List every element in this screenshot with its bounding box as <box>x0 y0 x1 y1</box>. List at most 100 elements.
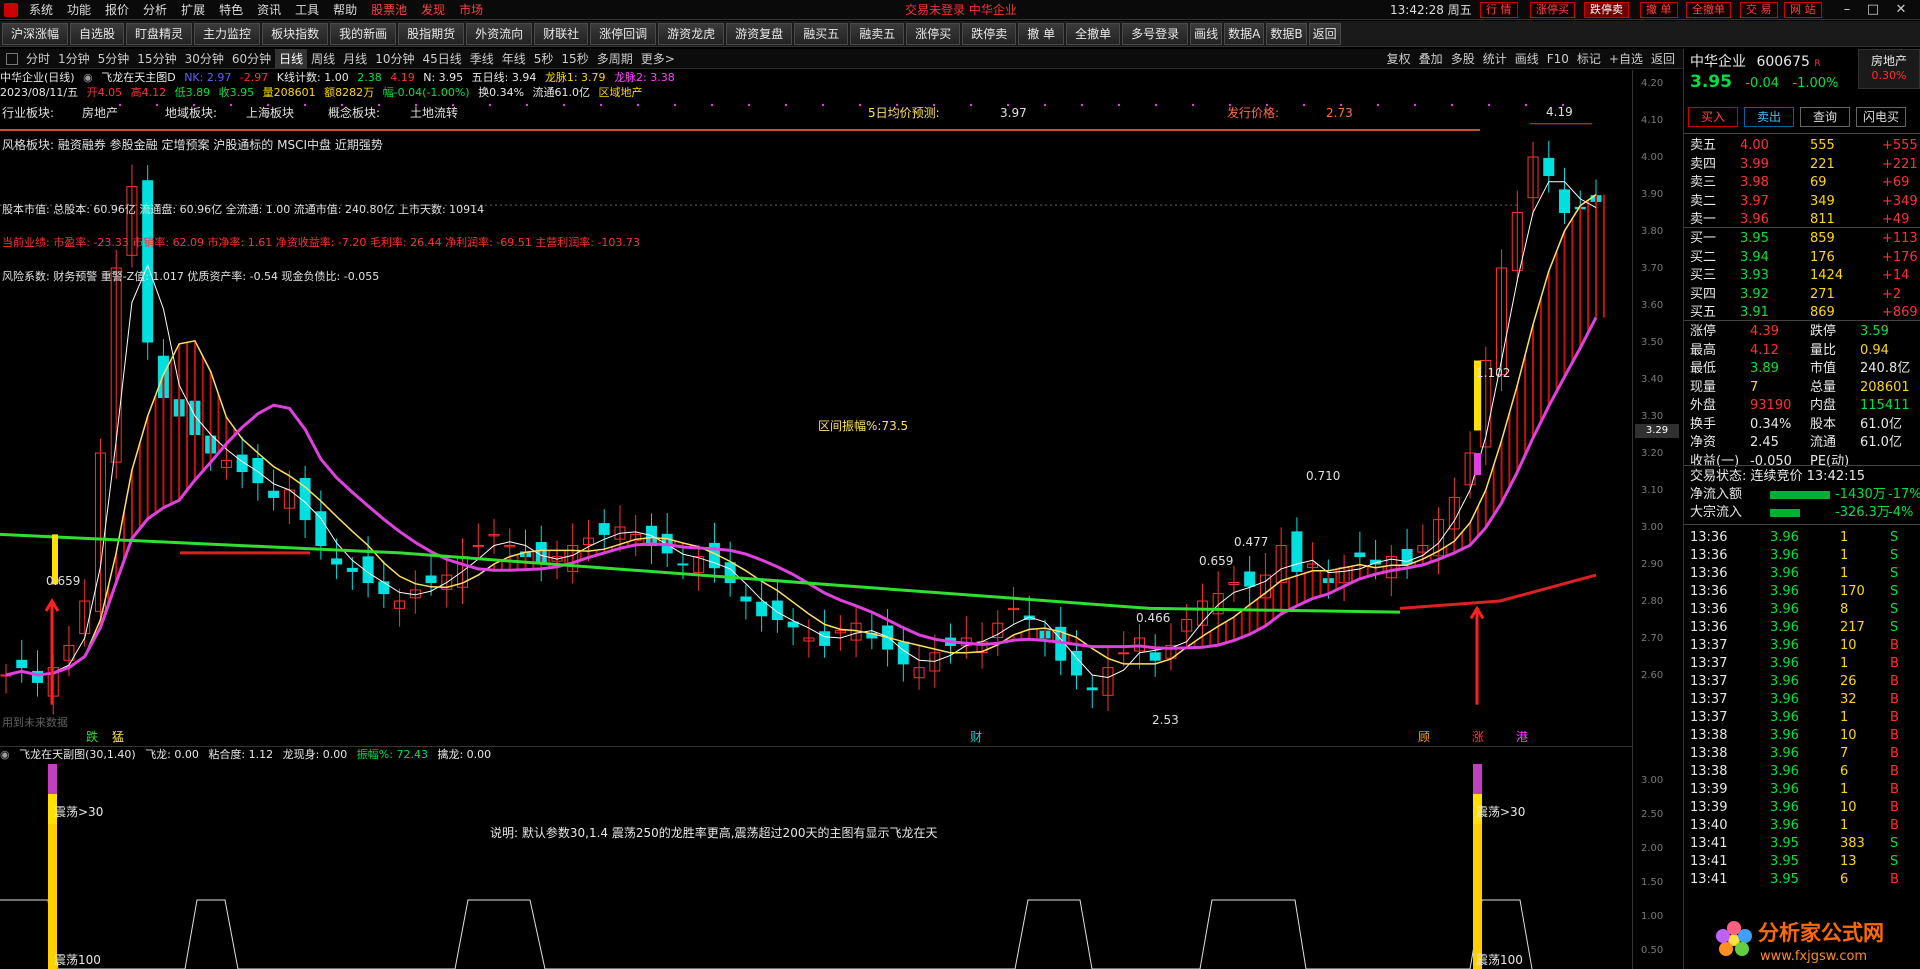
menu-tools[interactable]: 工具 <box>288 0 326 20</box>
limitup-buy-button[interactable]: 涨停买 <box>1530 2 1575 18</box>
multi-stock-button[interactable]: 多股 <box>1447 49 1479 69</box>
menu-quote[interactable]: 报价 <box>98 0 136 20</box>
tick-time: 13:36 <box>1690 530 1728 545</box>
add-watchlist-button[interactable]: +自选 <box>1605 49 1647 69</box>
toolbar-button[interactable]: 融买五 <box>794 22 849 45</box>
label-0710: 0.710 <box>1306 469 1340 483</box>
menu-help[interactable]: 帮助 <box>326 0 364 20</box>
statistics-button[interactable]: 统计 <box>1479 49 1511 69</box>
period-tab[interactable]: 分时 <box>22 49 54 69</box>
website-button[interactable]: 网 站 <box>1784 2 1822 18</box>
toolbar-button[interactable]: 盯盘精灵 <box>126 22 193 45</box>
toolbar-button[interactable]: 涨停买 <box>906 22 961 45</box>
period-tab[interactable]: 45日线 <box>418 49 465 69</box>
draw-line-button[interactable]: 画线 <box>1511 49 1543 69</box>
sector-name: 房地产 <box>1870 54 1907 68</box>
cancel-order-button[interactable]: 撤 单 <box>1640 2 1678 18</box>
toolbar-button[interactable]: 涨停回调 <box>590 22 657 45</box>
toolbar-button[interactable]: 数据A <box>1224 22 1265 45</box>
menu-analysis[interactable]: 分析 <box>136 0 174 20</box>
toolbar-button[interactable]: 股指期货 <box>398 22 465 45</box>
period-tab[interactable]: 15分钟 <box>133 49 180 69</box>
period-tab[interactable]: 季线 <box>466 49 498 69</box>
toolbar-button[interactable]: 全撤单 <box>1066 22 1121 45</box>
volume-value: 量208601 <box>262 86 316 99</box>
toolbar-button[interactable]: 返回 <box>1308 22 1341 45</box>
toolbar-button[interactable]: 沪深涨幅 <box>2 22 69 45</box>
period-tab[interactable]: 年线 <box>498 49 530 69</box>
minimize-icon[interactable]: – <box>1836 1 1858 19</box>
candle-body <box>756 601 768 617</box>
signal-dot <box>710 103 714 107</box>
menu-extend[interactable]: 扩展 <box>174 0 212 20</box>
menu-stock-pool[interactable]: 股票池 <box>364 0 414 20</box>
period-tab-active[interactable]: 日线 <box>275 48 308 69</box>
ma-line-red <box>1399 573 1597 610</box>
sell-button[interactable]: 卖出 <box>1744 107 1794 127</box>
quote-button[interactable]: 行 情 <box>1480 2 1518 18</box>
toolbar-button[interactable]: 我的新画 <box>330 22 397 45</box>
buy-button[interactable]: 买入 <box>1688 107 1738 127</box>
menu-special[interactable]: 特色 <box>212 0 250 20</box>
stat-value: 0.94 <box>1860 342 1889 358</box>
toolbar-button[interactable]: 多号登录 <box>1122 22 1189 45</box>
period-tab[interactable]: 月线 <box>339 49 371 69</box>
indicator-settings-icon[interactable]: ◉ <box>83 71 93 84</box>
menu-discover[interactable]: 发现 <box>414 0 452 20</box>
toolbar-button[interactable]: 跌停卖 <box>962 22 1017 45</box>
sub-settings-icon[interactable]: ◉ <box>0 748 10 761</box>
cancel-all-button[interactable]: 全撤单 <box>1686 2 1731 18</box>
period-more[interactable]: 更多> <box>637 49 679 69</box>
overlay-button[interactable]: 叠加 <box>1415 49 1447 69</box>
toolbar-button[interactable]: 自选股 <box>70 22 125 45</box>
flash-buy-button[interactable]: 闪电买 <box>1856 107 1906 127</box>
toolbar-button[interactable]: 画线 <box>1190 22 1223 45</box>
kline-chart[interactable]: 行业板块: 房地产 地域板块: 上海板块 概念板块: 土地流转 5日均价预测: … <box>0 100 1632 746</box>
signal-dot <box>525 103 529 107</box>
toolbar-button[interactable]: 数据B <box>1266 22 1307 45</box>
tick-price: 3.96 <box>1770 746 1799 761</box>
current-price-marker: 3.29 <box>1635 424 1679 438</box>
period-toggle-icon[interactable] <box>6 52 18 65</box>
stat-label: 量比 <box>1810 342 1837 358</box>
indicator-line: 中华企业(日线) ◉ 飞龙在天主图D NK: 2.97 -2.97 K线计数: … <box>0 70 1640 85</box>
menu-market[interactable]: 市场 <box>452 0 490 20</box>
menu-news[interactable]: 资讯 <box>250 0 288 20</box>
sub-chart[interactable]: 说明: 默认参数30,1.4 震荡250的龙胜率更高,震荡超过200天的主图有显… <box>0 762 1632 969</box>
close-icon[interactable]: ✕ <box>1890 1 1912 19</box>
menu-function[interactable]: 功能 <box>60 0 98 20</box>
period-tab[interactable]: 10分钟 <box>371 49 418 69</box>
period-tab[interactable]: 5秒 <box>530 49 558 69</box>
period-tab[interactable]: 周线 <box>307 49 339 69</box>
period-tab[interactable]: 60分钟 <box>228 49 275 69</box>
tick-volume: 383 <box>1840 836 1865 851</box>
netflow-value: -1430万 <box>1835 487 1886 502</box>
toolbar-button[interactable]: 撤 单 <box>1018 22 1065 45</box>
toolbar-button[interactable]: 融卖五 <box>850 22 905 45</box>
period-tab[interactable]: 1分钟 <box>54 49 94 69</box>
period-tab[interactable]: 30分钟 <box>181 49 228 69</box>
toolbar-button[interactable]: 游资龙虎 <box>658 22 725 45</box>
period-tab[interactable]: 15秒 <box>557 49 592 69</box>
mark-button[interactable]: 标记 <box>1573 49 1605 69</box>
maximize-icon[interactable]: □ <box>1862 1 1884 19</box>
menu-system[interactable]: 系统 <box>22 0 60 20</box>
indicator-name[interactable]: 飞龙在天主图D <box>101 71 175 84</box>
period-tab[interactable]: 5分钟 <box>94 49 134 69</box>
range-amplitude: 区间振幅%:73.5 <box>818 418 908 433</box>
restore-rights-button[interactable]: 复权 <box>1383 49 1415 69</box>
toolbar-button[interactable]: 财联社 <box>534 22 589 45</box>
bid-change: +2 <box>1882 286 1902 302</box>
query-button[interactable]: 查询 <box>1800 107 1850 127</box>
toolbar-button[interactable]: 外资流向 <box>466 22 533 45</box>
sub-title[interactable]: 飞龙在天副图(30,1.40) <box>19 748 136 761</box>
f10-button[interactable]: F10 <box>1543 49 1573 69</box>
limitdown-sell-button[interactable]: 跌停卖 <box>1584 2 1629 18</box>
toolbar-button[interactable]: 板块指数 <box>262 22 329 45</box>
toolbar-button[interactable]: 游资复盘 <box>726 22 793 45</box>
back-button[interactable]: 返回 <box>1647 49 1679 69</box>
zone-label: 震荡100 <box>1476 953 1523 967</box>
period-tab[interactable]: 多周期 <box>593 49 637 69</box>
toolbar-button[interactable]: 主力监控 <box>194 22 261 45</box>
trade-button[interactable]: 交 易 <box>1740 2 1778 18</box>
